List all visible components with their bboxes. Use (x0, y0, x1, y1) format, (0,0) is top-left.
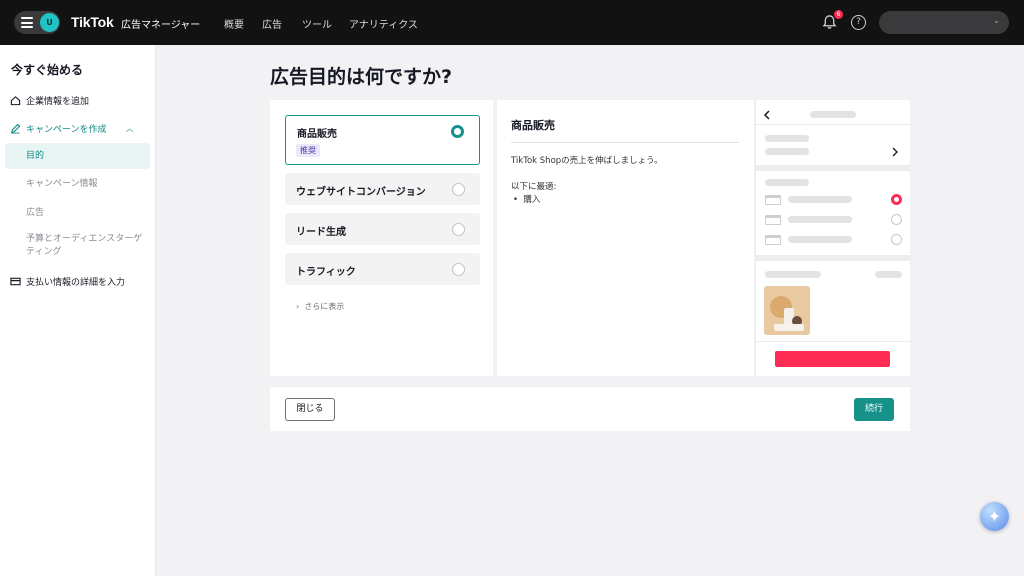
radio-unselected[interactable] (452, 223, 465, 236)
radio-unselected[interactable] (452, 183, 465, 196)
show-more-label: さらに表示 (304, 302, 345, 311)
continue-button[interactable]: 続行 (854, 398, 894, 421)
hamburger-icon (21, 17, 33, 28)
sidebar-step-budget-targeting[interactable]: 予算とオーディエンスターゲティング (26, 233, 148, 259)
sidebar: 今すぐ始める 企業情報を追加 キャンペーンを作成 ︿ 目的 キャンペーン情報 広… (0, 45, 156, 576)
notification-badge: 6 (834, 10, 843, 19)
page-title: 広告目的は何ですか? (270, 66, 453, 88)
option-lead-generation[interactable]: リード生成 (285, 213, 480, 245)
chevron-right-icon: › (296, 302, 300, 311)
sidebar-item-payment[interactable]: 支払い情報の詳細を入力 (10, 275, 125, 288)
option-label: リード生成 (296, 227, 346, 238)
detail-title: 商品販売 (511, 119, 555, 132)
nav-overview[interactable]: 概要 (224, 16, 244, 31)
radio-unselected[interactable] (452, 263, 465, 276)
sidebar-step-objective[interactable]: 目的 (26, 150, 44, 163)
close-button[interactable]: 閉じる (285, 398, 335, 421)
radio-selected[interactable] (451, 125, 464, 138)
chevron-down-icon: ⌄ (993, 16, 1000, 25)
sidebar-item-create-campaign[interactable]: キャンペーンを作成 ︿ (10, 122, 134, 135)
sidebar-item-company-info[interactable]: 企業情報を追加 (10, 94, 89, 107)
credit-card-icon (10, 277, 21, 286)
best-for-label: 以下に最適: (511, 182, 557, 192)
nav-tools[interactable]: ツール (302, 16, 332, 31)
sidebar-item-label: 企業情報を追加 (26, 97, 90, 107)
divider (511, 142, 739, 143)
menu-toggle[interactable]: U (14, 11, 60, 34)
option-label: トラフィック (296, 267, 356, 278)
pencil-icon (11, 123, 21, 134)
show-more-link[interactable]: › さらに表示 (296, 301, 344, 312)
sparkle-assistant-icon[interactable]: ✦ (980, 502, 1009, 531)
sidebar-item-label: キャンペーンを作成 (26, 125, 107, 135)
sidebar-item-label: 支払い情報の詳細を入力 (26, 278, 126, 288)
option-label: 商品販売 (297, 129, 337, 140)
best-for-item: • 購入 (513, 195, 541, 205)
option-product-sales[interactable]: 商品販売 推奨 (285, 115, 480, 165)
logo-subtitle: 広告マネージャー (121, 20, 201, 31)
recommended-badge: 推奨 (296, 144, 320, 157)
sidebar-title: 今すぐ始める (11, 63, 84, 77)
chevron-up-icon[interactable]: ︿ (126, 123, 134, 134)
option-traffic[interactable]: トラフィック (285, 253, 480, 285)
nav-analytics[interactable]: アナリティクス (349, 16, 418, 31)
preview-cta-bar (775, 351, 890, 367)
help-icon[interactable]: ? (851, 15, 866, 30)
top-bar: U TikTok 広告マネージャー 概要 広告 ツール アナリティクス 6 ? … (0, 0, 1024, 45)
home-icon (10, 96, 21, 106)
account-switcher[interactable]: ⌄ (879, 11, 1009, 34)
option-label: ウェブサイトコンバージョン (296, 187, 426, 198)
tiktok-logo[interactable]: TikTok (71, 14, 114, 30)
nav-ads[interactable]: 広告 (262, 16, 282, 31)
avatar[interactable]: U (40, 13, 59, 32)
option-website-conversion[interactable]: ウェブサイトコンバージョン (285, 173, 480, 205)
detail-description: TikTok Shopの売上を伸ばしましょう。 (511, 156, 663, 166)
back-arrow-icon (763, 110, 770, 120)
product-thumbnail (764, 286, 810, 335)
sidebar-step-ads[interactable]: 広告 (26, 207, 44, 220)
footer-bar (270, 386, 910, 431)
sidebar-step-campaign-info[interactable]: キャンペーン情報 (26, 178, 98, 191)
chevron-right-icon (892, 147, 898, 157)
